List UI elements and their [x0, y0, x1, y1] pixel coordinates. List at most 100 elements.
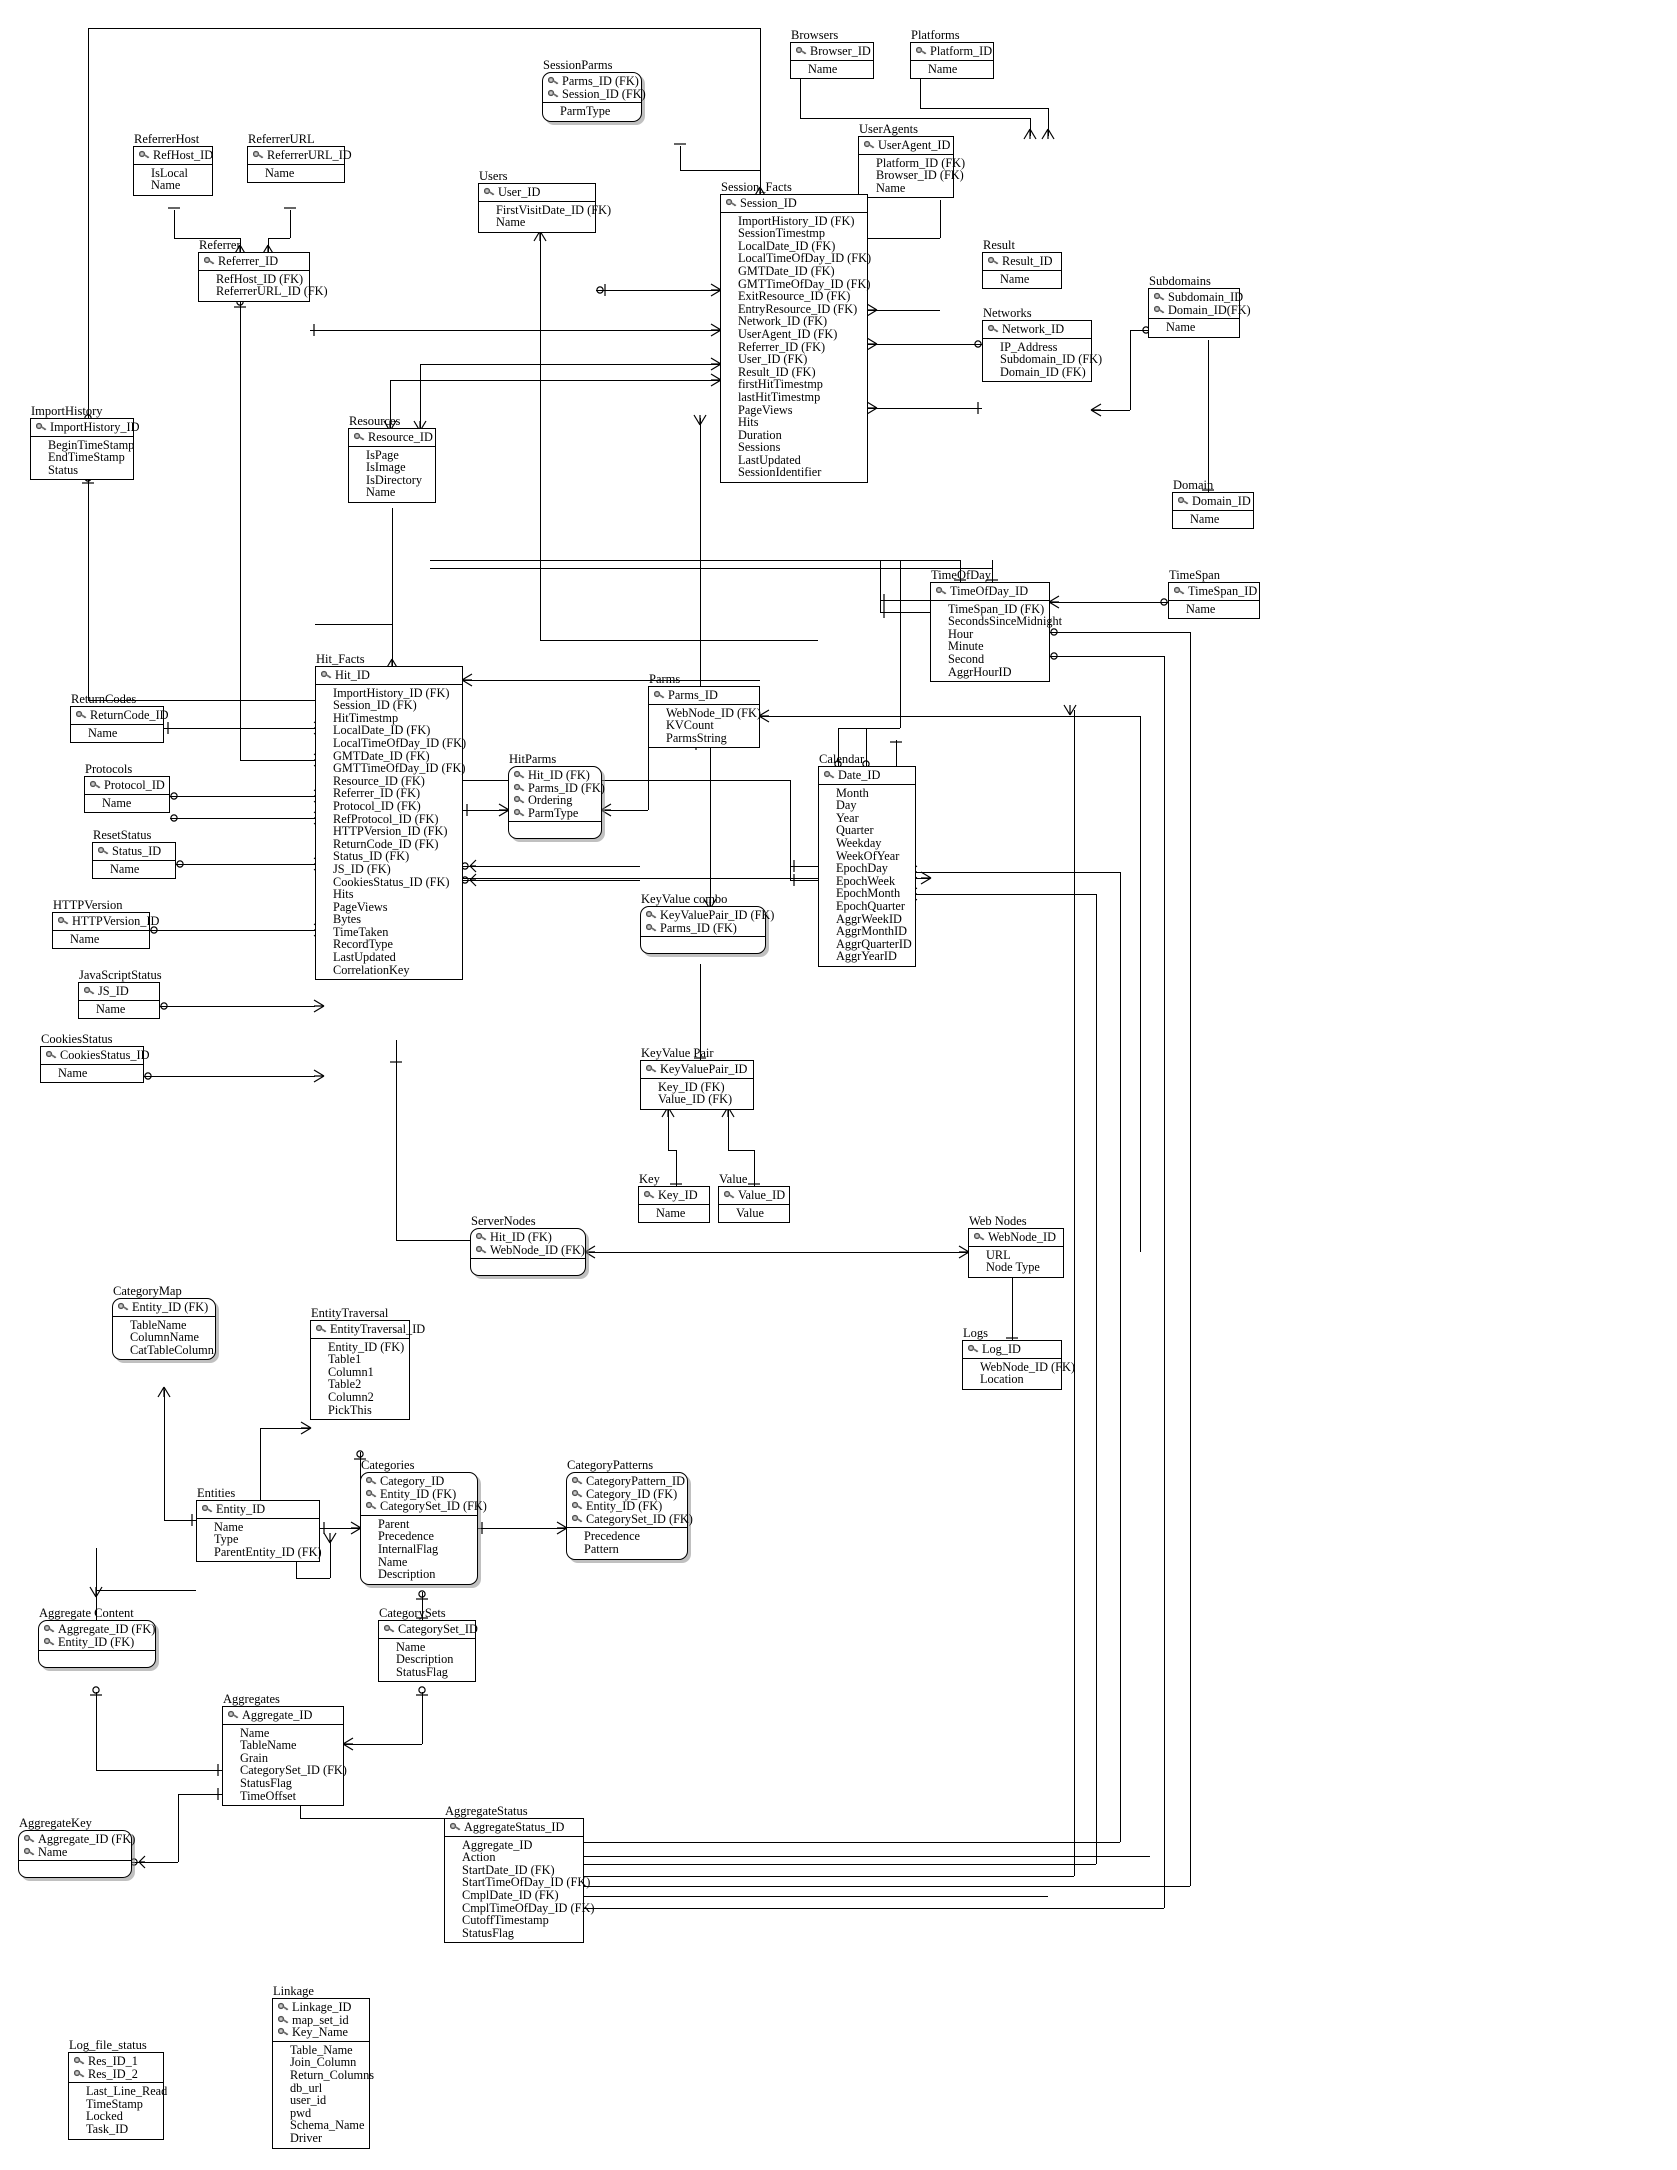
cardinality-crow-icon — [297, 1419, 315, 1437]
pk-attribute-row: ReturnCode_ID — [75, 709, 169, 722]
entity-platforms[interactable]: Platforms Platform_ID Name — [910, 29, 994, 80]
entity-aggregatestatus[interactable]: AggregateStatus AggregateStatus_ID Aggrega… — [444, 1805, 594, 1944]
relationship-line — [760, 716, 1140, 718]
entity-browsers[interactable]: Browsers Browser_ID Name — [790, 29, 874, 80]
entity-categories[interactable]: Categories Category_ID Entity_ID (FK) Categ… — [360, 1459, 487, 1585]
entity-value[interactable]: Value Value_ID Value — [718, 1173, 790, 1224]
pk-attribute-row: CategorySet_ID (FK) — [571, 1513, 693, 1526]
entity-logs[interactable]: Logs Log_ID WebNode_ID (FK) Location — [962, 1327, 1075, 1390]
entity-title-httpversion: HTTPVersion — [53, 898, 123, 912]
entity-logfilestatus[interactable]: Log_file_status Res_ID_1 Res_ID_2 Last_Line… — [68, 2039, 167, 2140]
entity-sessionparms[interactable]: SessionParms Parms_ID (FK) Session_ID (FK)… — [542, 59, 646, 122]
entity-webnodes[interactable]: Web Nodes WebNode_ID URL Node Type — [968, 1215, 1064, 1278]
entity-linkage[interactable]: Linkage Linkage_ID map_set_id Key_Name Table… — [272, 1985, 374, 2149]
relationship-line — [916, 894, 1096, 896]
entity-entities[interactable]: Entities Entity_ID Name Type ParentEntity_ID… — [196, 1487, 322, 1563]
entity-aggregatecontent[interactable]: Aggregate Content Aggregate_ID (FK) Entity… — [38, 1607, 156, 1669]
entity-title-parms: Parms — [649, 672, 681, 686]
pk-attribute-row: Name — [23, 1845, 128, 1859]
attribute-row: Name — [928, 61, 958, 76]
entity-pk-section-timespan: TimeSpan_ID — [1169, 583, 1259, 601]
entity-returncodes[interactable]: ReturnCodes ReturnCode_ID Name — [70, 693, 169, 744]
entity-attr-section-resources: IsPage IsImage IsDirectory Name — [349, 447, 435, 502]
relationship-line — [1130, 360, 1132, 410]
key-icon — [1178, 496, 1189, 506]
entity-title-aggregatekey: AggregateKey — [19, 1816, 92, 1830]
entity-body-browsers: Browser_ID Name — [790, 42, 874, 80]
pk-attribute-row: Entity_ID (FK) — [117, 1301, 212, 1314]
attribute-row: TimeOffset — [240, 1788, 297, 1803]
entity-aggregates[interactable]: Aggregates Aggregate_ID Name TableName Grain… — [222, 1693, 347, 1807]
entity-attr-section-cookiesstatus: Name — [41, 1065, 143, 1083]
entity-servernodes[interactable]: ServerNodes Hit_ID (FK) WebNode_ID (FK) — [470, 1215, 586, 1277]
entity-entitytraversal[interactable]: EntityTraversal EntityTraversal_ID Entity_… — [310, 1307, 425, 1421]
entity-body-session_facts: Session_ID ImportHistory_ID (FK) SessionTi… — [720, 194, 871, 484]
entity-pk-section-importhistory: ImportHistory_ID — [31, 419, 139, 437]
entity-body-aggregatekey: Aggregate_ID (FK) Name — [18, 1830, 135, 1879]
pk-attribute-row: Entity_ID (FK) — [571, 1500, 684, 1513]
key-icon — [24, 1834, 35, 1844]
pk-attribute-row: Subdomain_ID — [1153, 291, 1243, 304]
attribute-row: ParmsString — [666, 730, 727, 745]
relationship-line — [668, 1150, 676, 1152]
entity-hitparms[interactable]: HitParms Hit_ID (FK) Parms_ID (FK) Ordering… — [508, 753, 605, 840]
entity-body-hitparms: Hit_ID (FK) Parms_ID (FK) Ordering ParmType — [508, 766, 605, 840]
relationship-line — [96, 1770, 222, 1772]
entity-networks[interactable]: Networks Network_ID IP_Address Subdomain_ID… — [982, 307, 1102, 383]
entity-hit_facts[interactable]: Hit_Facts Hit_ID ImportHistory_ID (FK) Sess… — [315, 653, 466, 981]
relationship-line — [420, 364, 720, 366]
attribute-row: Type — [214, 1532, 239, 1547]
entity-referrer[interactable]: Referrer Referrer_ID RefHost_ID (FK) Referr… — [198, 239, 328, 302]
entity-cookiesstatus[interactable]: CookiesStatus CookiesStatus_ID Name — [40, 1033, 150, 1084]
entity-key[interactable]: Key Key_ID Name — [638, 1173, 710, 1224]
entity-body-categories: Category_ID Entity_ID (FK) CategorySet_ID … — [360, 1472, 487, 1585]
entity-subdomains[interactable]: Subdomains Subdomain_ID Domain_ID(FK) Name — [1148, 275, 1251, 338]
entity-domain[interactable]: Domain Domain_ID Name — [1172, 479, 1254, 530]
entity-protocols[interactable]: Protocols Protocol_ID Name — [84, 763, 170, 814]
pk-attribute-label: Key_Name — [292, 2025, 348, 2040]
entity-calendar[interactable]: Calendar Date_ID Month Day Year Quarter Weekda… — [818, 753, 916, 967]
entity-httpversion[interactable]: HTTPVersion HTTPVersion_ID Name — [52, 899, 159, 950]
pk-attribute-label: Subdomain_ID — [1168, 290, 1244, 304]
attribute-row: EpochQuarter — [836, 898, 905, 913]
entity-parms[interactable]: Parms Parms_ID WebNode_ID (FK) KVCount Parms… — [648, 673, 761, 749]
key-icon — [646, 923, 657, 933]
pk-attribute-label: CategoryPattern_ID — [586, 1474, 686, 1488]
entity-attr-section-timespan: Name — [1169, 601, 1259, 619]
entity-referrerurl[interactable]: ReferrerURL ReferrerURL_ID Name — [247, 133, 352, 184]
relationship-line — [430, 560, 900, 562]
key-icon — [253, 150, 264, 160]
entity-javascriptstatus[interactable]: JavaScriptStatus JS_ID Name — [78, 969, 162, 1020]
relationship-line — [584, 1842, 1120, 1844]
attribute-row: StatusFlag — [240, 1775, 292, 1790]
key-icon — [796, 46, 807, 56]
pk-attribute-label: ReferrerURL_ID — [267, 148, 352, 162]
relationship-line — [240, 760, 315, 762]
entity-session_facts[interactable]: Session_Facts Session_ID ImportHistory_ID … — [720, 181, 871, 484]
entity-importhistory[interactable]: ImportHistory ImportHistory_ID BeginTimeSt… — [30, 405, 139, 481]
entity-categorymap[interactable]: CategoryMap Entity_ID (FK) TableName Column… — [112, 1285, 216, 1361]
entity-keyvaluepair[interactable]: KeyValue Pair KeyValuePair_ID Key_ID (FK) V… — [640, 1047, 754, 1110]
relationship-line — [164, 1500, 166, 1520]
entity-pk-section-session_facts: Session_ID — [721, 195, 867, 213]
cardinality-one-icon — [785, 871, 803, 889]
entity-aggregatekey[interactable]: AggregateKey Aggregate_ID (FK) Name — [18, 1817, 135, 1879]
entity-resources[interactable]: Resources Resource_ID IsPage IsImage IsDirec… — [348, 415, 436, 503]
entity-referrerhost[interactable]: ReferrerHost RefHost_ID IsLocal Name — [133, 133, 213, 196]
entity-categorysets[interactable]: CategorySets CategorySet_ID Name Descriptio… — [378, 1607, 478, 1683]
entity-keyvaluecombo[interactable]: KeyValue combo KeyValuePair_ID (FK) Parms_… — [640, 893, 774, 955]
relationship-line — [176, 864, 315, 866]
key-icon — [118, 1302, 129, 1312]
entity-timespan[interactable]: TimeSpan TimeSpan_ID Name — [1168, 569, 1260, 620]
key-icon — [354, 432, 365, 442]
entity-users[interactable]: Users User_ID FirstVisitDate_ID (FK) Name — [478, 170, 611, 233]
entity-result[interactable]: Result Result_ID Name — [982, 239, 1062, 290]
attribute-row: StatusFlag — [462, 1925, 514, 1940]
entity-useragents[interactable]: UserAgents UserAgent_ID Platform_ID (FK) Br… — [858, 123, 965, 199]
entity-timeofday[interactable]: TimeOfDay TimeOfDay_ID TimeSpan_ID (FK) Sec… — [930, 569, 1062, 683]
entity-resetstatus[interactable]: ResetStatus Status_ID Name — [92, 829, 176, 880]
entity-categorypatterns[interactable]: CategoryPatterns CategoryPattern_ID Catego… — [566, 1459, 693, 1560]
entity-title-referrerurl: ReferrerURL — [248, 132, 315, 146]
entity-body-referrer: Referrer_ID RefHost_ID (FK) ReferrerURL_ID… — [198, 252, 328, 302]
attribute-row: Node Type — [986, 1260, 1040, 1275]
